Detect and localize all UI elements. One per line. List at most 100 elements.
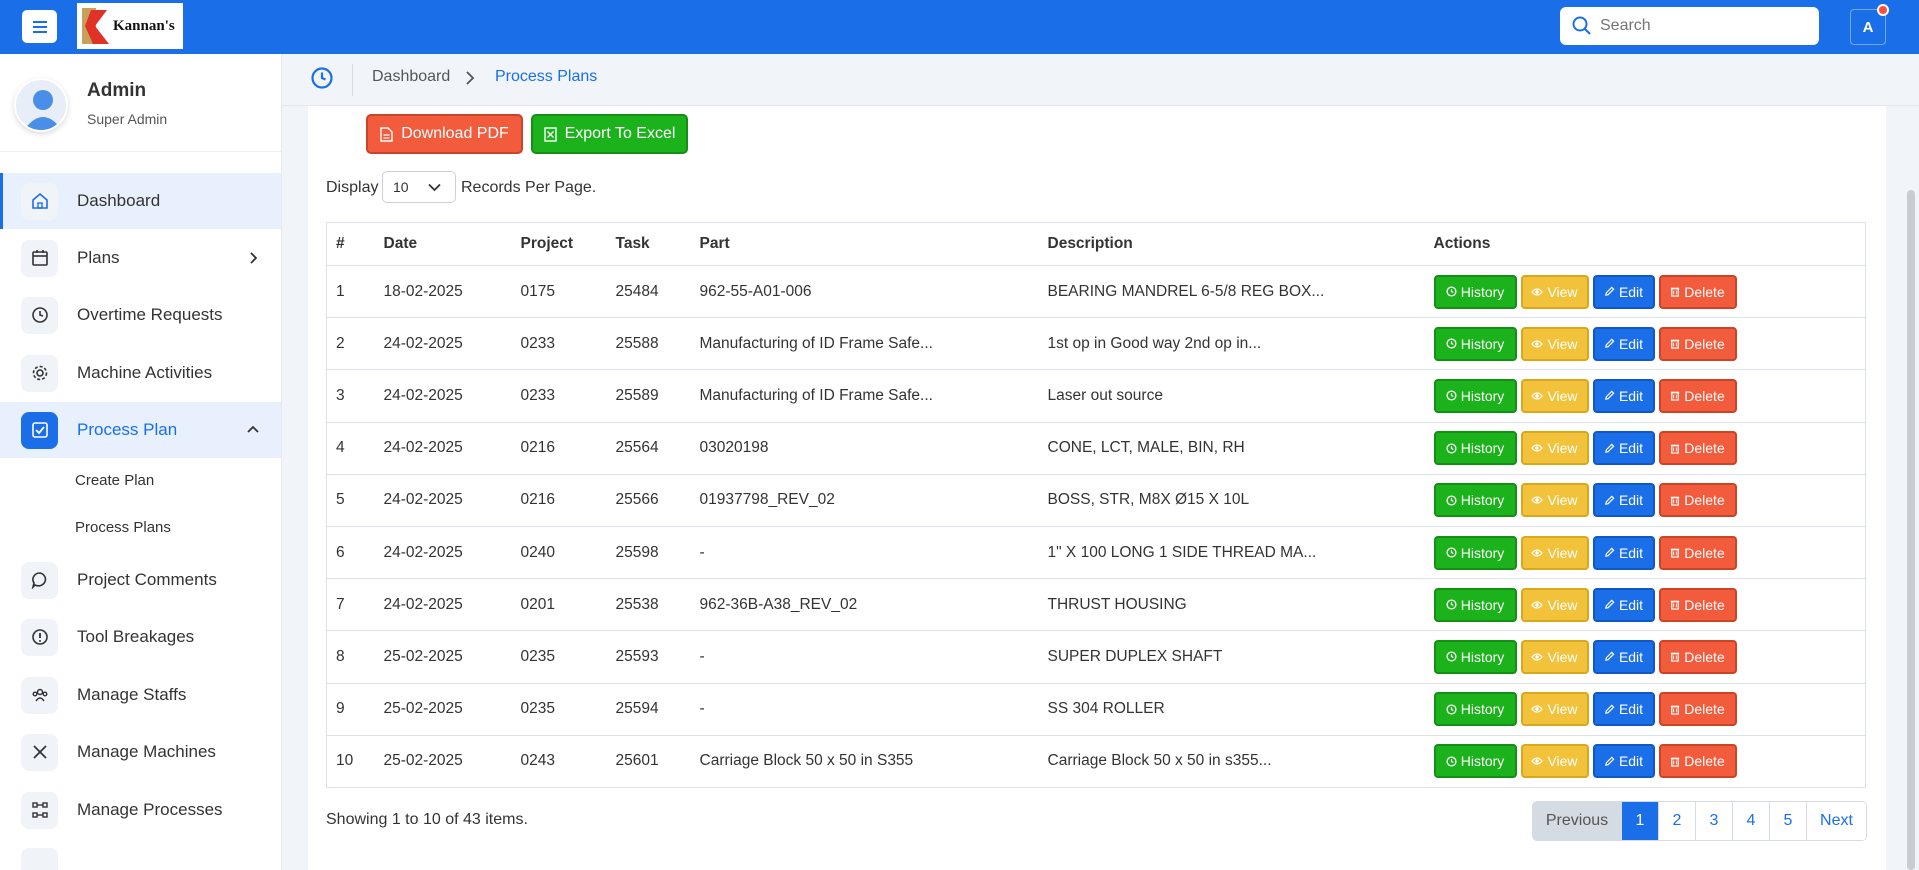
- view-button[interactable]: View: [1520, 692, 1589, 727]
- view-button[interactable]: View: [1520, 378, 1589, 413]
- edit-button[interactable]: Edit: [1592, 535, 1655, 570]
- records-per-page-select[interactable]: 10: [382, 171, 456, 203]
- trash-icon: [1671, 705, 1680, 715]
- search-input[interactable]: [1600, 17, 1800, 35]
- delete-button[interactable]: Delete: [1658, 744, 1737, 779]
- table-row: 6 24-02-2025 0240 25598-1" X 100 LONG 1 SID…: [326, 526, 1866, 580]
- chevron-right-icon: [250, 252, 258, 264]
- hamburger-icon: [32, 20, 47, 33]
- sidebar-subitem-process-plans[interactable]: Process Plans: [75, 519, 171, 536]
- history-button[interactable]: History: [1433, 483, 1517, 518]
- menu-toggle-button[interactable]: [22, 10, 57, 43]
- history-button[interactable]: History: [1433, 692, 1517, 727]
- view-button[interactable]: View: [1520, 431, 1589, 466]
- cell-description: 1st op in Good way 2nd op in...: [1038, 317, 1425, 371]
- sidebar-item-process-plan[interactable]: Process Plan: [0, 402, 281, 458]
- view-button[interactable]: View: [1520, 639, 1589, 674]
- cell-actions: History View Edit Delete: [1424, 317, 1866, 371]
- history-label: History: [1460, 753, 1505, 770]
- cell-actions: History View Edit Delete: [1424, 265, 1866, 319]
- pagination-next[interactable]: Next: [1806, 802, 1866, 840]
- edit-button[interactable]: Edit: [1592, 274, 1655, 309]
- view-label: View: [1547, 492, 1578, 509]
- cell-date: 24-02-2025: [374, 317, 512, 371]
- edit-button[interactable]: Edit: [1592, 326, 1655, 361]
- history-button[interactable]: History: [1433, 639, 1517, 674]
- edit-button[interactable]: Edit: [1592, 692, 1655, 727]
- cell-actions: History View Edit Delete: [1424, 735, 1866, 788]
- sidebar-item-plans[interactable]: Plans: [0, 230, 281, 286]
- pagination-page[interactable]: 3: [1695, 802, 1732, 840]
- trash-icon: [1671, 757, 1680, 767]
- sidebar-item-manage-staffs[interactable]: Manage Staffs: [0, 667, 281, 723]
- view-button[interactable]: View: [1520, 326, 1589, 361]
- view-button[interactable]: View: [1520, 274, 1589, 309]
- export-excel-button[interactable]: Export To Excel: [531, 114, 688, 154]
- view-button[interactable]: View: [1520, 744, 1589, 779]
- delete-button[interactable]: Delete: [1658, 587, 1737, 622]
- cell-project: 0233: [511, 317, 607, 371]
- delete-label: Delete: [1684, 492, 1725, 509]
- download-pdf-button[interactable]: Download PDF: [366, 114, 523, 154]
- sidebar-item-machine-activities[interactable]: Machine Activities: [0, 345, 281, 401]
- cell-task: 25564: [606, 422, 691, 475]
- delete-label: Delete: [1684, 283, 1725, 300]
- history-button[interactable]: History: [1433, 744, 1517, 779]
- delete-button[interactable]: Delete: [1658, 378, 1737, 413]
- delete-label: Delete: [1684, 648, 1725, 665]
- delete-button[interactable]: Delete: [1658, 431, 1737, 466]
- sidebar-item-manage-machines[interactable]: Manage Machines: [0, 724, 281, 780]
- sidebar-item-tool-breakages[interactable]: Tool Breakages: [0, 609, 281, 665]
- sidebar-subitem-create-plan[interactable]: Create Plan: [75, 472, 154, 489]
- cell-date: 18-02-2025: [374, 265, 512, 319]
- cell-part: -: [690, 683, 1039, 736]
- delete-label: Delete: [1684, 387, 1725, 404]
- history-button[interactable]: History: [1433, 431, 1517, 466]
- history-clock-icon[interactable]: [310, 66, 334, 90]
- edit-button[interactable]: Edit: [1592, 744, 1655, 779]
- pagination-page[interactable]: 1: [1621, 802, 1658, 840]
- view-button[interactable]: View: [1520, 483, 1589, 518]
- edit-button[interactable]: Edit: [1592, 378, 1655, 413]
- home-icon: [21, 182, 58, 220]
- delete-button[interactable]: Delete: [1658, 639, 1737, 674]
- cell-actions: History View Edit Delete: [1424, 422, 1866, 475]
- cell-date: 25-02-2025: [374, 683, 512, 736]
- view-button[interactable]: View: [1520, 535, 1589, 570]
- breadcrumb-dashboard-link[interactable]: Dashboard: [372, 68, 450, 86]
- delete-button[interactable]: Delete: [1658, 692, 1737, 727]
- sidebar-item-label: Manage Staffs: [77, 685, 187, 704]
- history-button[interactable]: History: [1433, 274, 1517, 309]
- cell-description: CONE, LCT, MALE, BIN, RH: [1038, 422, 1425, 475]
- delete-button[interactable]: Delete: [1658, 535, 1737, 570]
- eye-icon: [1531, 705, 1544, 713]
- view-button[interactable]: View: [1520, 587, 1589, 622]
- delete-button[interactable]: Delete: [1658, 274, 1737, 309]
- history-label: History: [1460, 440, 1505, 457]
- delete-button[interactable]: Delete: [1658, 326, 1737, 361]
- cell-num: 1: [326, 265, 375, 319]
- pagination-page[interactable]: 2: [1658, 802, 1695, 840]
- sidebar-item-project-comments[interactable]: Project Comments: [0, 552, 281, 608]
- sidebar-item-dashboard[interactable]: Dashboard: [0, 173, 281, 229]
- edit-button[interactable]: Edit: [1592, 639, 1655, 674]
- sidebar-item-overtime[interactable]: Overtime Requests: [0, 287, 281, 343]
- edit-button[interactable]: Edit: [1592, 483, 1655, 518]
- history-button[interactable]: History: [1433, 378, 1517, 413]
- sidebar-item-label: Project Comments: [77, 570, 217, 589]
- search-box[interactable]: [1560, 7, 1819, 45]
- page-scrollbar[interactable]: [1907, 190, 1915, 870]
- sidebar-item-manage-processes[interactable]: Manage Processes: [0, 782, 281, 838]
- pagination-page[interactable]: 4: [1732, 802, 1769, 840]
- delete-button[interactable]: Delete: [1658, 483, 1737, 518]
- edit-button[interactable]: Edit: [1592, 431, 1655, 466]
- history-button[interactable]: History: [1433, 535, 1517, 570]
- edit-button[interactable]: Edit: [1592, 587, 1655, 622]
- pdf-file-icon: [380, 126, 393, 142]
- pagination-previous[interactable]: Previous: [1533, 802, 1621, 840]
- pagination-page[interactable]: 5: [1769, 802, 1806, 840]
- history-label: History: [1460, 335, 1505, 352]
- history-button[interactable]: History: [1433, 587, 1517, 622]
- brand-logo[interactable]: Kannan's: [77, 3, 183, 49]
- history-button[interactable]: History: [1433, 326, 1517, 361]
